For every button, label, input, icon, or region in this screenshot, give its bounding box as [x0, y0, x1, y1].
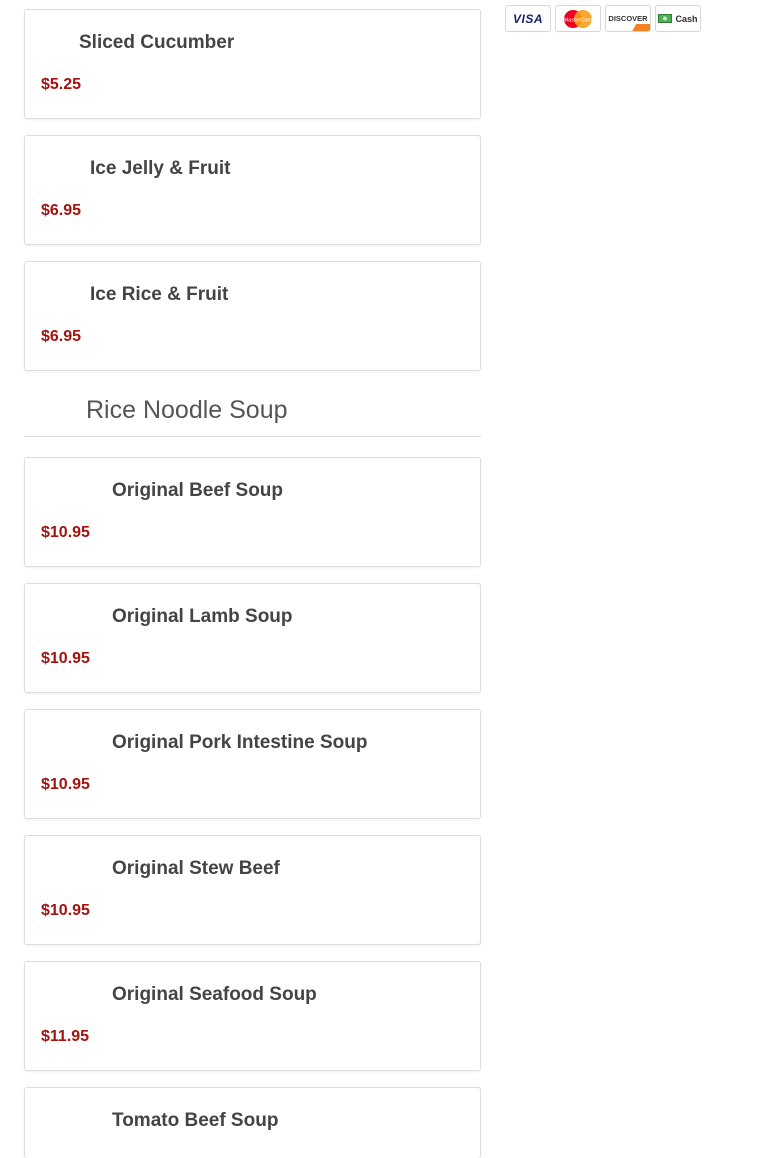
menu-item-name: Sliced Cucumber: [79, 32, 235, 53]
menu-item-price: $5.25: [41, 76, 82, 93]
visa-icon: VISA: [505, 5, 551, 32]
menu-item-card[interactable]: Original Beef Soup $10.95: [24, 457, 481, 567]
menu-item-name: Ice Rice & Fruit: [90, 284, 229, 305]
menu-item-card[interactable]: Ice Rice & Fruit $6.95: [24, 261, 481, 371]
menu-item-price: $6.95: [41, 202, 82, 219]
menu-item-card[interactable]: Original Seafood Soup $11.95: [24, 961, 481, 1071]
menu-item-name: Ice Jelly & Fruit: [90, 158, 231, 179]
menu-item-card[interactable]: Original Pork Intestine Soup $10.95: [24, 709, 481, 819]
menu-item-price: $10.95: [41, 776, 90, 793]
section-title: Rice Noodle Soup: [86, 396, 288, 424]
cash-icon: Cash: [655, 5, 701, 32]
menu-item-name: Original Pork Intestine Soup: [112, 732, 368, 753]
payment-methods: VISA MasterCard DISCOVER Cash: [505, 5, 701, 32]
section-header: Rice Noodle Soup: [24, 390, 481, 437]
menu-item-card[interactable]: Sliced Cucumber $5.25: [24, 9, 481, 119]
menu-item-name: Original Lamb Soup: [112, 606, 293, 627]
menu-item-name: Tomato Beef Soup: [112, 1110, 279, 1131]
menu-item-price: $10.95: [41, 902, 90, 919]
discover-icon: DISCOVER: [605, 5, 651, 32]
menu-item-name: Original Seafood Soup: [112, 984, 317, 1005]
menu-item-card[interactable]: Original Stew Beef $10.95: [24, 835, 481, 945]
menu-item-name: Original Beef Soup: [112, 480, 284, 501]
mastercard-icon: MasterCard: [555, 5, 601, 32]
menu-item-price: $6.95: [41, 328, 82, 345]
menu-item-card[interactable]: Tomato Beef Soup: [24, 1087, 481, 1158]
banknote-icon: [658, 14, 673, 23]
menu-item-price: $11.95: [41, 1028, 90, 1045]
menu-item-price: $10.95: [41, 650, 90, 667]
menu-item-name: Original Stew Beef: [112, 858, 280, 879]
menu-item-card[interactable]: Original Lamb Soup $10.95: [24, 583, 481, 693]
menu-item-card[interactable]: Ice Jelly & Fruit $6.95: [24, 135, 481, 245]
menu-item-price: $10.95: [41, 524, 90, 541]
svg-text:MasterCard: MasterCard: [564, 17, 594, 23]
